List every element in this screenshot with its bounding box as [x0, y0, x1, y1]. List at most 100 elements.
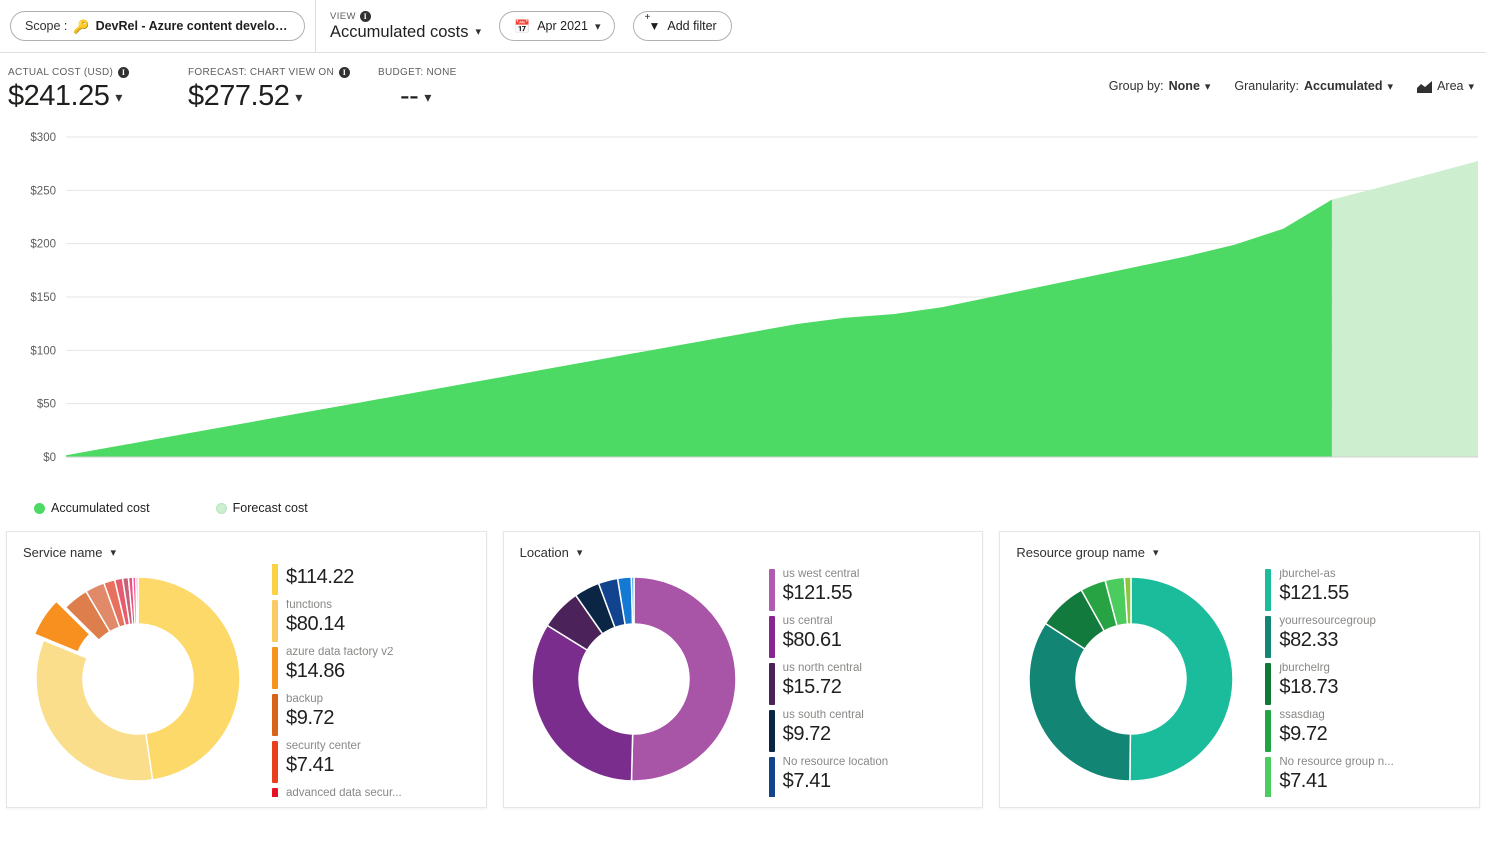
legend-entry-texts: No resource location$7.41: [783, 757, 888, 797]
kpi-forecast: FORECAST: CHART VIEW ON i $277.52 ▾: [188, 65, 378, 117]
card-service-name-body: sql database$114.22 functions$80.14 azure …: [7, 562, 486, 797]
legend-entry-texts: ssasdiag$9.72: [1279, 710, 1327, 752]
legend-entry[interactable]: functions$80.14: [272, 600, 480, 642]
area-chart-icon: [1417, 81, 1432, 93]
legend-entry-label: functions: [286, 600, 345, 612]
legend-entry-value: $82.33: [1279, 629, 1376, 652]
info-icon[interactable]: i: [360, 11, 371, 22]
card-resource-group-header[interactable]: Resource group name ▾: [1000, 532, 1479, 562]
svg-text:$250: $250: [30, 185, 56, 197]
legend-entry[interactable]: No resource group n...$7.41: [1265, 757, 1473, 797]
view-value-row[interactable]: Accumulated costs ▾: [330, 22, 481, 42]
legend-entry[interactable]: security center$7.41: [272, 741, 480, 783]
key-icon: 🔑: [73, 20, 89, 33]
donut-segment[interactable]: [135, 577, 137, 624]
legend-entry-texts: backup$9.72: [286, 694, 334, 736]
kpi-actual-cost-value[interactable]: $241.25 ▾: [8, 79, 188, 117]
chevron-down-icon[interactable]: ▾: [110, 546, 116, 559]
accumulated-cost-chart[interactable]: $0$50$100$150$200$250$300Apr 1Apr 3Apr 5…: [0, 123, 1486, 493]
legend-entry-texts: advanced data secur...: [286, 788, 402, 797]
legend-color-bar: [769, 663, 775, 705]
legend-color-bar: [769, 710, 775, 752]
donut-resource-group[interactable]: [1000, 564, 1265, 797]
legend-location[interactable]: us west central$121.55 us central$80.61 us…: [769, 564, 983, 797]
donut-location[interactable]: [504, 564, 769, 797]
legend-entry[interactable]: us south central$9.72: [769, 710, 977, 752]
legend-entry[interactable]: jburchelrg$18.73: [1265, 663, 1473, 705]
legend-entry-value: $9.72: [286, 707, 334, 730]
donut-segment[interactable]: [632, 577, 635, 624]
legend-entry-label: No resource group n...: [1279, 757, 1393, 769]
kpi-forecast-caption-text: FORECAST: CHART VIEW ON: [188, 67, 334, 78]
donut-segment[interactable]: [1029, 623, 1130, 781]
legend-entry-value: $121.55: [1279, 582, 1349, 605]
legend-entry[interactable]: No resource location$7.41: [769, 757, 977, 797]
kpi-forecast-value[interactable]: $277.52 ▾: [188, 79, 378, 117]
granularity-selector[interactable]: Granularity: Accumulated ▾: [1234, 79, 1393, 93]
donut-segment[interactable]: [632, 577, 737, 781]
legend-item-accumulated-cost[interactable]: Accumulated cost: [34, 501, 150, 515]
chevron-down-icon[interactable]: ▾: [577, 546, 583, 559]
view-selector[interactable]: VIEW i Accumulated costs ▾: [330, 0, 481, 52]
add-filter-button[interactable]: +▼ Add filter: [633, 11, 731, 41]
card-service-name-header[interactable]: Service name ▾: [7, 532, 486, 562]
chart-controls: Group by: None ▾ Granularity: Accumulate…: [1109, 79, 1474, 93]
kpi-budget-amount: --: [400, 79, 418, 113]
breakdown-cards: Service name ▾ sql database$114.22 functi…: [0, 523, 1486, 808]
legend-entry[interactable]: ssasdiag$9.72: [1265, 710, 1473, 752]
legend-entry[interactable]: backup$9.72: [272, 694, 480, 736]
legend-entry[interactable]: sql database$114.22: [272, 564, 480, 595]
donut-service-name[interactable]: [7, 564, 272, 797]
scope-picker[interactable]: Scope : 🔑 DevRel - Azure content develop…: [10, 11, 305, 41]
legend-entry[interactable]: yourresourcegroup$82.33: [1265, 616, 1473, 658]
chart-type-selector[interactable]: Area ▾: [1417, 79, 1474, 93]
group-by-selector[interactable]: Group by: None ▾: [1109, 79, 1211, 93]
group-by-value: None: [1169, 79, 1200, 93]
legend-entry[interactable]: advanced data secur...: [272, 788, 480, 797]
donut-segment[interactable]: [1130, 577, 1233, 781]
svg-text:$0: $0: [43, 452, 56, 464]
chevron-down-icon[interactable]: ▾: [1153, 546, 1159, 559]
legend-item-forecast-cost[interactable]: Forecast cost: [216, 501, 308, 515]
date-range-picker[interactable]: 📅 Apr 2021 ▾: [499, 11, 615, 41]
toolbar-divider: [315, 0, 316, 53]
legend-entry-texts: us north central$15.72: [783, 663, 862, 705]
legend-entry-texts: us central$80.61: [783, 616, 842, 658]
legend-dot-forecast: [216, 503, 227, 514]
legend-entry-texts: jburchel-as$121.55: [1279, 569, 1349, 611]
legend-entry[interactable]: us central$80.61: [769, 616, 977, 658]
info-icon[interactable]: i: [339, 67, 350, 78]
donut-resource-group-svg: [1008, 566, 1258, 794]
legend-location-list: us west central$121.55 us central$80.61 us…: [769, 569, 977, 797]
legend-entry-label: ssasdiag: [1279, 710, 1327, 722]
legend-entry-texts: us west central$121.55: [783, 569, 860, 611]
donut-segment[interactable]: [36, 640, 153, 781]
info-icon[interactable]: i: [118, 67, 129, 78]
group-by-label: Group by:: [1109, 79, 1164, 93]
card-location-header[interactable]: Location ▾: [504, 532, 983, 562]
scope-value: DevRel - Azure content developmen...: [96, 19, 290, 33]
legend-service-name[interactable]: sql database$114.22 functions$80.14 azure …: [272, 564, 486, 797]
donut-segment[interactable]: [532, 625, 633, 781]
chevron-down-icon: ▾: [424, 80, 431, 114]
chevron-down-icon: ▾: [295, 80, 302, 114]
donut-segment[interactable]: [138, 577, 240, 780]
legend-dot-accumulated: [34, 503, 45, 514]
legend-entry-value: $7.41: [783, 770, 888, 793]
kpi-forecast-caption: FORECAST: CHART VIEW ON i: [188, 65, 378, 79]
legend-color-bar: [272, 647, 278, 689]
legend-entry-label: security center: [286, 741, 361, 753]
svg-text:$150: $150: [30, 292, 56, 304]
legend-entry-value: $18.73: [1279, 676, 1338, 699]
legend-color-bar: [769, 757, 775, 797]
legend-entry[interactable]: jburchel-as$121.55: [1265, 569, 1473, 611]
legend-entry[interactable]: us west central$121.55: [769, 569, 977, 611]
legend-resource-group[interactable]: jburchel-as$121.55 yourresourcegroup$82.3…: [1265, 564, 1479, 797]
kpi-budget-value[interactable]: -- ▾: [378, 79, 518, 117]
legend-entry[interactable]: us north central$15.72: [769, 663, 977, 705]
chart-legend: Accumulated cost Forecast cost: [0, 493, 1486, 523]
svg-text:$100: $100: [30, 345, 56, 357]
chevron-down-icon: ▾: [1468, 80, 1474, 93]
legend-entry[interactable]: azure data factory v2$14.86: [272, 647, 480, 689]
legend-entry-texts: functions$80.14: [286, 600, 345, 642]
